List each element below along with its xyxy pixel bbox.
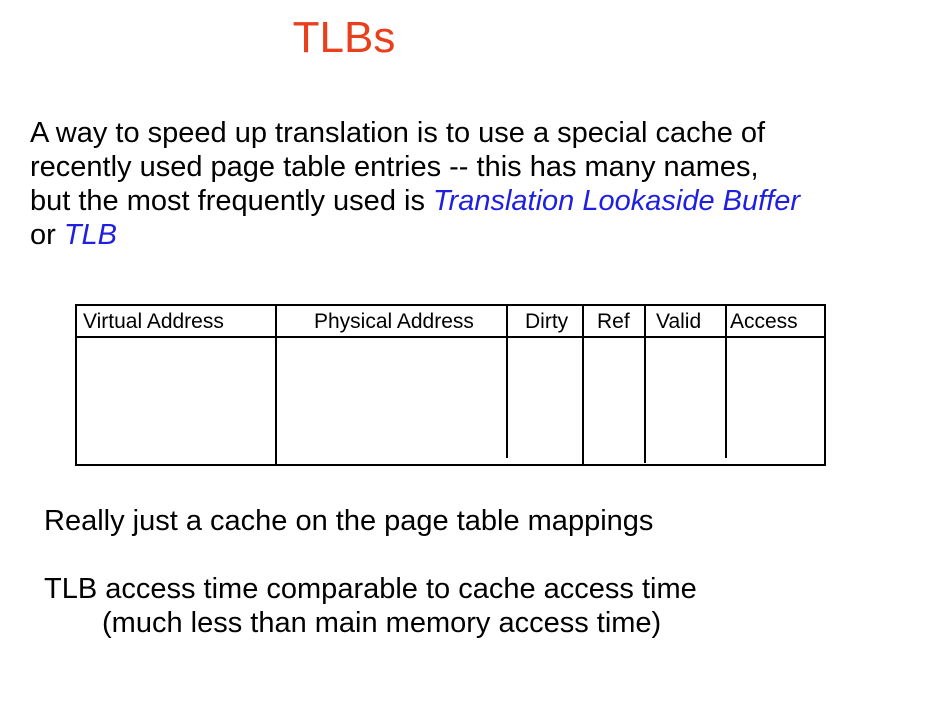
intro-line-2: recently used page table entries -- this… [30,151,759,183]
slide-title: TLBs [292,13,396,62]
tlb-acronym: TLB [63,219,118,251]
column-header-dirty: Dirty [525,310,569,333]
intro-line-1: A way to speed up translation is to use … [30,117,766,149]
intro-line-3: but the most frequently used is Translat… [30,184,930,218]
column-header-virtual-address: Virtual Address [83,310,224,333]
intro-line-3-text: but the most frequently used is [30,185,433,217]
tlb-table: Virtual Address Physical Address Dirty R… [75,304,826,466]
note-access-time-detail: (much less than main memory access time) [102,607,662,639]
column-header-access: Access [730,310,798,333]
note-cache-mappings: Really just a cache on the page table ma… [44,505,654,537]
note-access-time: TLB access time comparable to cache acce… [44,573,697,605]
column-header-valid: Valid [656,310,702,333]
intro-paragraph: A way to speed up translation is to use … [30,116,930,252]
column-header-physical-address: Physical Address [314,310,474,333]
intro-line-4-text: or [30,219,64,251]
column-header-ref: Ref [597,310,630,333]
intro-line-4: or TLB [30,218,930,252]
tlb-full-name: Translation Lookaside Buffer [433,185,801,217]
